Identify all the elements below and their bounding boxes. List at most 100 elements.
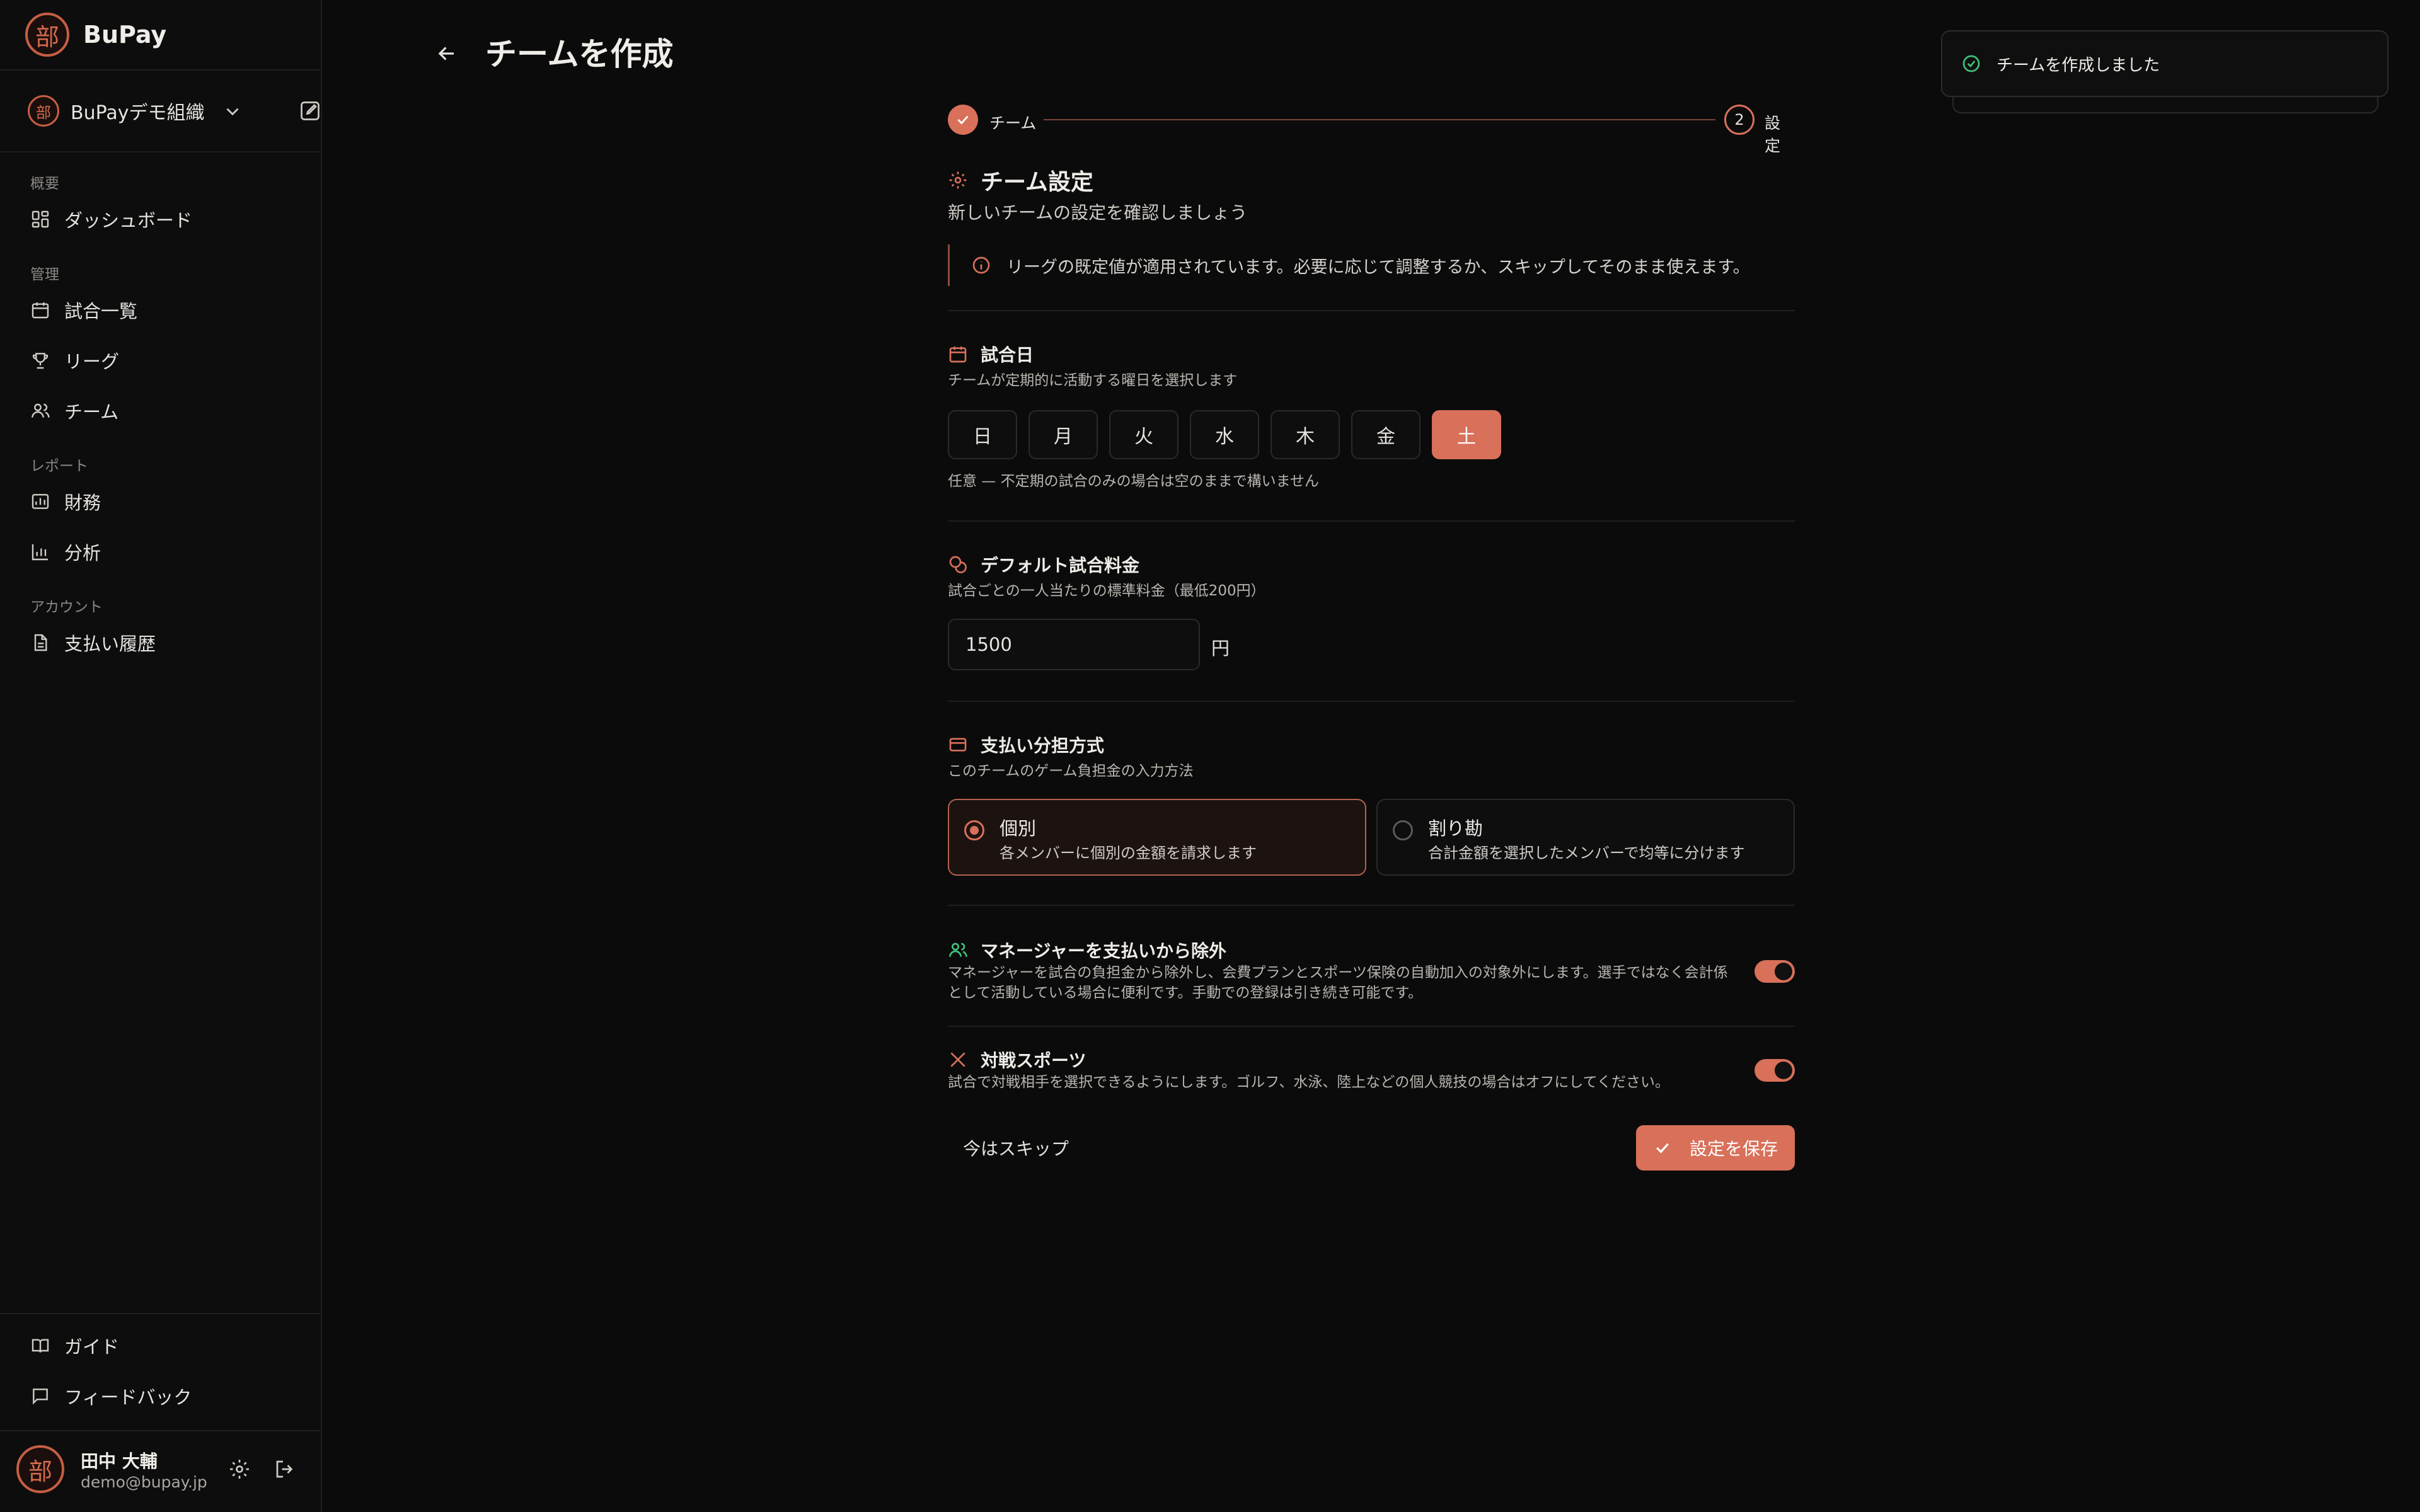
day-wednesday[interactable]: 水 <box>1190 410 1259 459</box>
bar-chart-icon <box>32 544 48 561</box>
crossed-swords-icon <box>950 1052 965 1067</box>
competitive-description: 試合で対戦相手を選択できるようにします。ゴルフ、水泳、陸上などの個人競技の場合は… <box>948 1074 1669 1091</box>
option-description: 合計金額を選択したメンバーで均等に分けます <box>1428 844 1745 862</box>
toast-notification[interactable]: チームを作成しました <box>1941 30 2388 97</box>
skip-button[interactable]: 今はスキップ <box>948 1125 1086 1171</box>
toast-message: チームを作成しました <box>1997 55 2160 75</box>
chevron-down-icon[interactable] <box>222 101 243 122</box>
weekday-selector: 日 月 火 水 木 金 土 <box>948 410 1501 459</box>
sidebar-divider <box>0 69 321 71</box>
app-logo: 部 <box>25 13 69 57</box>
sidebar-item-matches[interactable]: 試合一覧 <box>30 294 137 326</box>
section-divider <box>948 905 1795 906</box>
gear-icon[interactable] <box>228 1458 251 1480</box>
message-icon <box>33 1389 48 1405</box>
nav-section-overview: 概要 <box>30 176 59 192</box>
settings-subtitle: 新しいチームの設定を確認しましょう <box>948 202 1248 223</box>
match-days-heading: 試合日 <box>948 341 1034 367</box>
check-circle-icon <box>1962 55 1980 72</box>
split-title: 支払い分担方式 <box>981 735 1105 756</box>
dashboard-icon <box>32 210 49 228</box>
user-name: 田中 大輔 <box>81 1451 158 1472</box>
exclude-manager-description: マネージャーを試合の負担金から除外し、会費プランとスポーツ保険の自動加入の対象外… <box>948 965 1728 1001</box>
radio-button[interactable] <box>964 820 984 840</box>
option-description: 各メンバーに個別の金額を請求します <box>1000 844 1257 862</box>
fee-input[interactable]: 1500 <box>948 619 1200 670</box>
page-title: チームを作成 <box>485 36 674 72</box>
sidebar-item-label: ダッシュボード <box>64 210 193 231</box>
step-label-team: チーム <box>989 114 1037 132</box>
section-divider <box>948 1026 1795 1027</box>
edit-icon[interactable] <box>299 100 321 122</box>
sidebar-item-league[interactable]: リーグ <box>30 345 119 376</box>
check-icon <box>1656 1143 1669 1154</box>
sidebar-item-team[interactable]: チーム <box>30 395 118 427</box>
exclude-manager-title: マネージャーを支払いから除外 <box>981 941 1227 961</box>
sidebar-item-label: ガイド <box>64 1336 120 1358</box>
nav-section-account: アカウント <box>30 599 103 616</box>
calendar-icon <box>949 346 967 363</box>
settings-heading: チーム設定 <box>948 164 1093 197</box>
competitive-toggle[interactable] <box>1754 1059 1795 1082</box>
step-connector <box>1044 119 1715 120</box>
settings-title: チーム設定 <box>981 169 1093 195</box>
match-days-hint: 任意 — 不定期の試合のみの場合は空のままで構いません <box>948 473 1319 490</box>
notice-text: リーグの既定値が適用されています。必要に応じて調整するか、スキップしてそのまま使… <box>1006 257 1750 277</box>
day-monday[interactable]: 月 <box>1028 410 1098 459</box>
org-name: BuPayデモ組織 <box>71 102 205 124</box>
brand[interactable]: 部 BuPay <box>25 13 166 57</box>
sidebar-item-label: チーム <box>64 401 119 423</box>
app-name: BuPay <box>83 21 167 49</box>
fee-heading: デフォルト試合料金 <box>948 552 1139 577</box>
radio-button[interactable] <box>1393 820 1413 840</box>
team-settings-form: チーム 2 設定 チーム設定 新しいチームの設定を確認しましょう リーグの既定値… <box>948 0 1795 1512</box>
users-icon <box>32 403 50 418</box>
info-icon <box>972 256 990 274</box>
fee-unit: 円 <box>1211 638 1230 659</box>
user-email: demo@bupay.jp <box>81 1473 207 1491</box>
document-icon <box>34 634 47 651</box>
step-current-indicator: 2 <box>1724 105 1754 135</box>
section-divider <box>948 701 1795 702</box>
step-complete-indicator <box>948 105 978 135</box>
option-title: 個別 <box>1000 818 1037 839</box>
day-tuesday[interactable]: 火 <box>1109 410 1178 459</box>
sidebar-item-finance[interactable]: 財務 <box>30 486 101 517</box>
competitive-heading: 対戦スポーツ <box>948 1047 1086 1072</box>
book-icon <box>32 1339 49 1353</box>
sidebar-divider <box>0 151 321 152</box>
day-sunday[interactable]: 日 <box>948 410 1017 459</box>
option-title: 割り勘 <box>1428 818 1484 839</box>
avatar[interactable]: 部 <box>16 1445 64 1493</box>
back-arrow-icon[interactable] <box>435 42 459 66</box>
sidebar-item-feedback[interactable]: フィードバック <box>30 1380 192 1412</box>
sidebar-item-label: リーグ <box>64 351 120 372</box>
split-option-individual[interactable]: 個別 各メンバーに個別の金額を請求します <box>948 799 1366 876</box>
sidebar-item-analytics[interactable]: 分析 <box>30 536 101 568</box>
competitive-title: 対戦スポーツ <box>981 1050 1086 1071</box>
day-friday[interactable]: 金 <box>1351 410 1420 459</box>
nav-section-reports: レポート <box>30 458 88 474</box>
sidebar-item-payment-history[interactable]: 支払い履歴 <box>30 627 156 658</box>
check-icon <box>957 115 969 125</box>
fee-description: 試合ごとの一人当たりの標準料金（最低200円） <box>948 583 1265 599</box>
day-saturday[interactable]: 土 <box>1432 410 1501 459</box>
section-divider <box>948 520 1795 522</box>
split-description: このチームのゲーム負担金の入力方法 <box>948 763 1194 779</box>
sidebar-item-guide[interactable]: ガイド <box>30 1330 119 1361</box>
split-option-equal[interactable]: 割り勘 合計金額を選択したメンバーで均等に分けます <box>1376 799 1795 876</box>
match-days-title: 試合日 <box>981 345 1034 365</box>
sidebar: 部 BuPay 部 BuPayデモ組織 概要 ダッシュボード 管理 試合一覧 リ… <box>0 0 322 1512</box>
sidebar-item-dashboard[interactable]: ダッシュボード <box>30 203 192 235</box>
exclude-manager-heading: マネージャーを支払いから除外 <box>948 937 1226 963</box>
org-switcher[interactable]: 部 BuPayデモ組織 <box>28 94 320 127</box>
sidebar-item-label: 試合一覧 <box>64 301 138 322</box>
split-heading: 支払い分担方式 <box>948 732 1104 757</box>
save-settings-button[interactable]: 設定を保存 <box>1636 1125 1795 1171</box>
sidebar-item-label: フィードバック <box>64 1387 192 1408</box>
sidebar-divider <box>0 1430 321 1431</box>
exclude-manager-toggle[interactable] <box>1754 960 1795 983</box>
match-days-description: チームが定期的に活動する曜日を選択します <box>948 372 1238 389</box>
logout-icon[interactable] <box>274 1458 296 1480</box>
day-thursday[interactable]: 木 <box>1270 410 1340 459</box>
